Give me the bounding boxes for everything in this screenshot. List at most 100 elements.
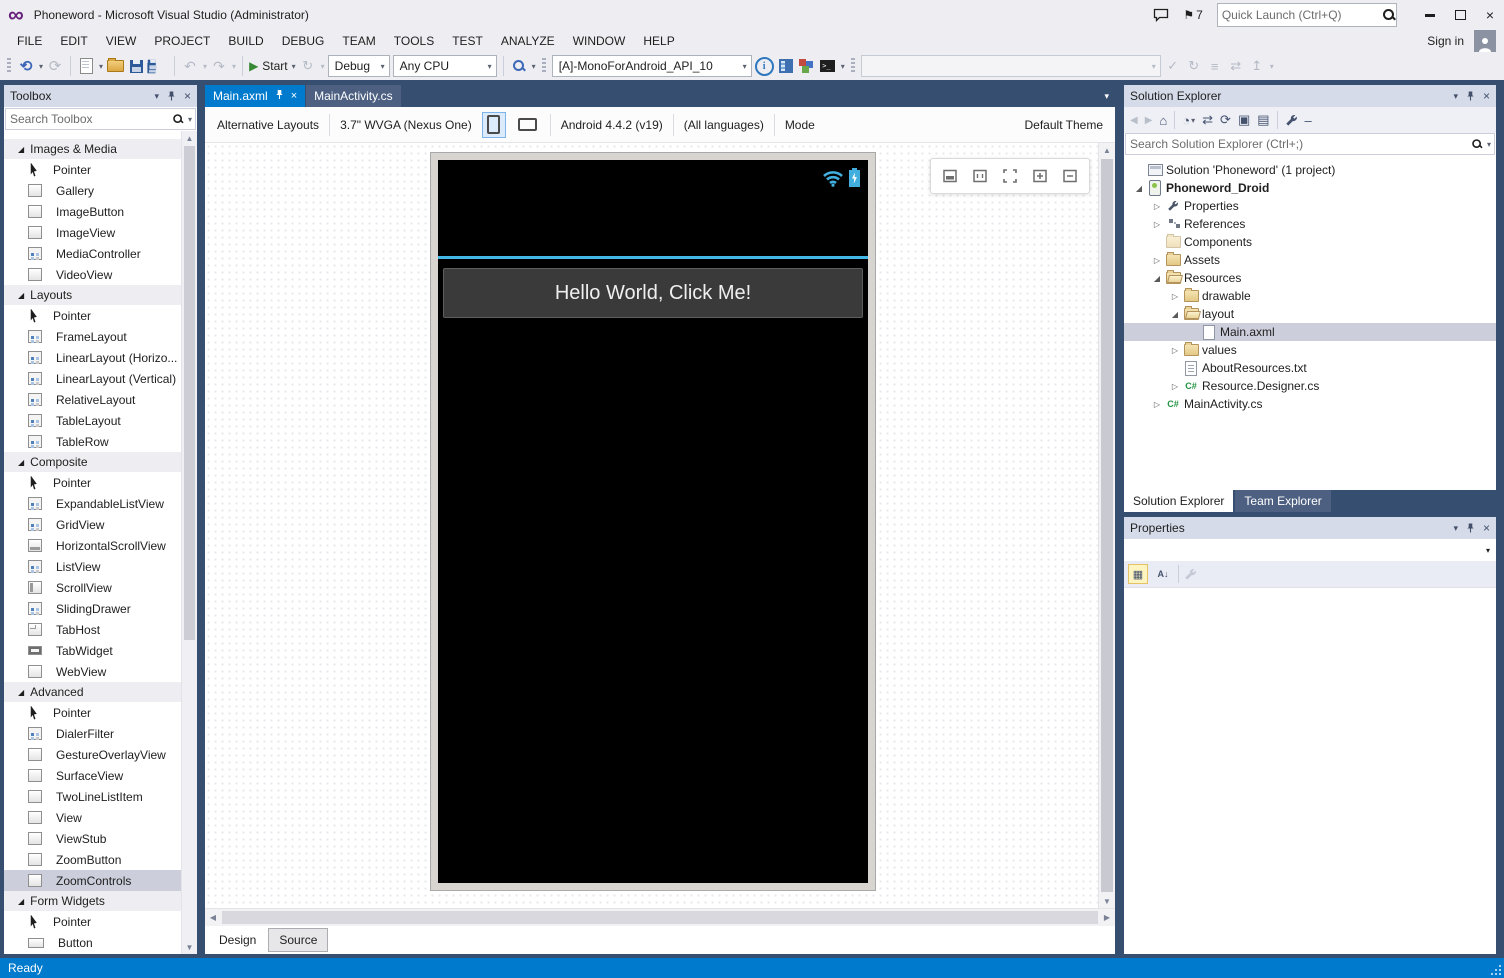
new-project-dropdown-icon[interactable]: ▾	[99, 62, 103, 71]
tree-item-phoneword-droid[interactable]: ◢Phoneword_Droid	[1124, 179, 1496, 197]
tab-team-explorer[interactable]: Team Explorer	[1235, 490, 1330, 512]
search-icon[interactable]	[172, 113, 183, 124]
back-icon[interactable]: ◀	[1130, 115, 1138, 126]
save-icon[interactable]	[127, 55, 145, 77]
toolbox-item-mediacontroller[interactable]: MediaController	[4, 243, 182, 264]
window-position-icon[interactable]: ▾	[1453, 523, 1458, 534]
toolbox-item-pointer[interactable]: Pointer	[4, 305, 182, 326]
feedback-icon[interactable]	[1153, 8, 1169, 22]
alphabetical-sort-icon[interactable]: A↓	[1153, 564, 1173, 584]
pin-icon[interactable]	[1466, 522, 1475, 534]
solution-configuration-select[interactable]: Debug▾	[328, 55, 390, 77]
new-project-icon[interactable]	[77, 55, 95, 77]
home-icon[interactable]: ⌂	[1159, 113, 1167, 128]
toolbar-overflow-icon[interactable]: ▾	[532, 62, 536, 71]
menu-analyze[interactable]: ANALYZE	[492, 30, 564, 52]
tree-expander-icon[interactable]: ◢	[1132, 184, 1146, 193]
scrollbar-thumb[interactable]	[1101, 159, 1113, 892]
android-sdk-manager-icon[interactable]	[798, 55, 816, 77]
menu-debug[interactable]: DEBUG	[273, 30, 334, 52]
toolbox-item-tablerow[interactable]: TableRow	[4, 431, 182, 452]
menu-view[interactable]: VIEW	[97, 30, 146, 52]
scroll-down-icon[interactable]: ▼	[1099, 894, 1115, 908]
menu-test[interactable]: TEST	[443, 30, 492, 52]
tree-item-references[interactable]: ▷References	[1124, 215, 1496, 233]
open-file-icon[interactable]	[106, 55, 124, 77]
toolbox-section-composite[interactable]: ◢Composite	[4, 452, 182, 472]
device-target-select[interactable]: [A]-MonoForAndroid_API_10▾	[552, 55, 752, 77]
tab-source[interactable]: Source	[268, 928, 328, 952]
toolbox-search-input[interactable]	[6, 112, 171, 126]
mode-select[interactable]: Mode	[785, 118, 815, 132]
language-select[interactable]: (All languages)	[684, 118, 764, 132]
toolbox-item-listview[interactable]: ListView	[4, 556, 182, 577]
redo-dropdown-icon[interactable]: ▾	[232, 62, 236, 71]
tab-design[interactable]: Design	[209, 928, 266, 952]
toolbox-item-linearlayout-horizo[interactable]: LinearLayout (Horizo...	[4, 347, 182, 368]
toolbar-grip[interactable]	[542, 58, 546, 74]
zoom-out-icon[interactable]	[1059, 163, 1081, 189]
toolbox-item-scrollview[interactable]: ScrollView	[4, 577, 182, 598]
preview-selected-items-icon[interactable]: ‒	[1305, 113, 1312, 128]
theme-select[interactable]: Default Theme	[1025, 118, 1104, 132]
designer-vertical-scrollbar[interactable]: ▲ ▼	[1098, 143, 1115, 908]
toolbox-item-horizontalscrollview[interactable]: HorizontalScrollView	[4, 535, 182, 556]
toolbox-item-surfaceview[interactable]: SurfaceView	[4, 765, 182, 786]
navigate-forward-icon[interactable]: ⟳	[46, 55, 64, 77]
designer-horizontal-scrollbar[interactable]: ◀ ▶	[205, 908, 1115, 926]
properties-object-select[interactable]: ▾	[1124, 539, 1496, 561]
tree-item-components[interactable]: Components	[1124, 233, 1496, 251]
scrollbar-thumb[interactable]	[222, 911, 1098, 924]
toolbox-scrollbar[interactable]: ▲ ▼	[181, 131, 197, 954]
scroll-down-icon[interactable]: ▼	[186, 940, 194, 954]
device-log-icon[interactable]: i	[755, 55, 774, 77]
tree-expander-icon[interactable]: ▷	[1150, 256, 1164, 265]
sync-with-active-document-icon[interactable]: ◔▾	[1182, 113, 1195, 128]
save-all-icon[interactable]	[148, 55, 168, 77]
toolbox-section-images-media[interactable]: ◢Images & Media	[4, 139, 182, 159]
scroll-left-icon[interactable]: ◀	[205, 909, 221, 925]
scroll-up-icon[interactable]: ▲	[186, 131, 194, 145]
tab-mainactivity-cs[interactable]: MainActivity.cs	[306, 85, 400, 107]
maximize-button[interactable]	[1455, 10, 1466, 20]
menu-file[interactable]: FILE	[8, 30, 51, 52]
toolbar-overflow-icon[interactable]: ▾	[1270, 62, 1274, 71]
forward-icon[interactable]: ▶	[1145, 115, 1153, 126]
toolbox-section-form-widgets[interactable]: ◢Form Widgets	[4, 891, 182, 911]
tree-item-solution-phoneword-1-project[interactable]: Solution 'Phoneword' (1 project)	[1124, 161, 1496, 179]
toolbox-item-checkbox[interactable]: CheckBox	[4, 953, 182, 954]
menu-window[interactable]: WINDOW	[564, 30, 635, 52]
toolbox-section-advanced[interactable]: ◢Advanced	[4, 682, 182, 702]
toolbox-item-pointer[interactable]: Pointer	[4, 911, 182, 932]
tree-expander-icon[interactable]: ◢	[1168, 310, 1182, 319]
tab-solution-explorer[interactable]: Solution Explorer	[1124, 490, 1233, 512]
tab-main-axml[interactable]: Main.axml ×	[205, 85, 305, 107]
start-debug-button[interactable]: ▶ Start	[249, 55, 288, 77]
navigate-back-icon[interactable]: ⟲	[17, 55, 35, 77]
tree-item-assets[interactable]: ▷Assets	[1124, 251, 1496, 269]
refresh-icon[interactable]: ⟳	[1220, 112, 1231, 128]
toolbox-item-framelayout[interactable]: FrameLayout	[4, 326, 182, 347]
restart-dropdown-icon[interactable]: ▾	[321, 62, 325, 71]
window-position-icon[interactable]: ▾	[1453, 91, 1458, 102]
toolbox-item-zoomcontrols[interactable]: ZoomControls	[4, 870, 182, 891]
toolbox-item-webview[interactable]: WebView	[4, 661, 182, 682]
toolbox-item-viewstub[interactable]: ViewStub	[4, 828, 182, 849]
zoom-to-fit-icon[interactable]	[999, 163, 1021, 189]
quick-launch-input[interactable]	[1218, 8, 1382, 22]
tree-item-main-axml[interactable]: Main.axml	[1124, 323, 1496, 341]
scrollbar-thumb[interactable]	[184, 146, 195, 640]
toolbox-item-view[interactable]: View	[4, 807, 182, 828]
toolbox-item-relativelayout[interactable]: RelativeLayout	[4, 389, 182, 410]
toolbox-item-pointer[interactable]: Pointer	[4, 472, 182, 493]
android-version-select[interactable]: Android 4.4.2 (v19)	[561, 118, 663, 132]
toolbar-overflow-icon[interactable]: ▾	[841, 62, 845, 71]
menu-tools[interactable]: TOOLS	[385, 30, 443, 52]
tree-item-aboutresources-txt[interactable]: AboutResources.txt	[1124, 359, 1496, 377]
user-avatar[interactable]	[1474, 30, 1496, 52]
find-in-files-icon[interactable]	[510, 55, 528, 77]
collapse-all-icon[interactable]: ▣	[1238, 112, 1250, 128]
menu-edit[interactable]: EDIT	[51, 30, 96, 52]
pin-icon[interactable]	[1466, 90, 1475, 102]
tree-item-resources[interactable]: ◢Resources	[1124, 269, 1496, 287]
